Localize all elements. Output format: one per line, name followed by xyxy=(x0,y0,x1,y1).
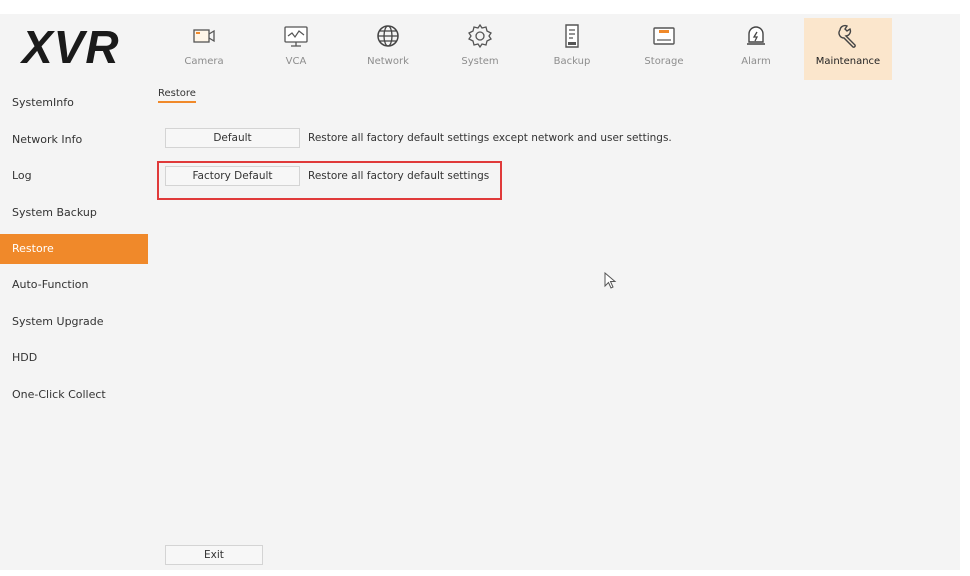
nav-label: Network xyxy=(367,56,409,67)
factory-default-description: Restore all factory default settings xyxy=(308,170,490,182)
factory-default-button[interactable]: Factory Default xyxy=(165,166,300,186)
sidebar-item-one-click-collect[interactable]: One-Click Collect xyxy=(0,380,148,410)
default-button[interactable]: Default xyxy=(165,128,300,148)
main-panel: Restore Default Restore all factory defa… xyxy=(148,86,960,570)
camera-icon xyxy=(193,29,215,43)
storage-icon xyxy=(653,27,675,45)
sidebar-item-system-upgrade[interactable]: System Upgrade xyxy=(0,307,148,337)
sidebar-item-system-backup[interactable]: System Backup xyxy=(0,198,148,228)
nav-label: Storage xyxy=(644,56,684,67)
nav-label: Alarm xyxy=(741,56,771,67)
wrench-icon xyxy=(838,24,856,48)
sidebar: SystemInfo Network Info Log System Backu… xyxy=(0,86,148,566)
nav-label: Camera xyxy=(184,56,224,67)
nav-camera[interactable]: Camera xyxy=(160,18,248,80)
globe-icon xyxy=(377,25,399,47)
sidebar-item-hdd[interactable]: HDD xyxy=(0,343,148,373)
nav-label: Maintenance xyxy=(815,56,881,67)
gear-icon xyxy=(468,23,492,49)
xvr-logo: XVR xyxy=(22,21,120,73)
sidebar-item-restore[interactable]: Restore xyxy=(0,234,148,264)
nav-vca[interactable]: VCA xyxy=(252,18,340,80)
nav-label: System xyxy=(461,56,499,67)
nav-backup[interactable]: Backup xyxy=(528,18,616,80)
nav-alarm[interactable]: Alarm xyxy=(712,18,800,80)
nav-maintenance[interactable]: Maintenance xyxy=(804,18,892,80)
sidebar-item-auto-function[interactable]: Auto-Function xyxy=(0,270,148,300)
tab-restore[interactable]: Restore xyxy=(158,88,196,103)
vca-icon xyxy=(284,26,308,47)
top-bar: XVR Camera VCA Network System Backup Sto… xyxy=(0,14,960,86)
alarm-icon xyxy=(747,26,765,45)
mouse-cursor-icon xyxy=(604,272,617,289)
nav-label: Backup xyxy=(553,56,591,67)
backup-icon xyxy=(565,24,579,48)
sidebar-item-systeminfo[interactable]: SystemInfo xyxy=(0,88,148,118)
default-description: Restore all factory default settings exc… xyxy=(308,132,672,144)
nav-label: VCA xyxy=(285,56,307,67)
nav-storage[interactable]: Storage xyxy=(620,18,708,80)
sidebar-item-network-info[interactable]: Network Info xyxy=(0,125,148,155)
xvr-app: XVR Camera VCA Network System Backup Sto… xyxy=(0,14,960,570)
exit-button[interactable]: Exit xyxy=(165,545,263,565)
sidebar-item-log[interactable]: Log xyxy=(0,161,148,191)
nav-network[interactable]: Network xyxy=(344,18,432,80)
nav-system[interactable]: System xyxy=(436,18,524,80)
